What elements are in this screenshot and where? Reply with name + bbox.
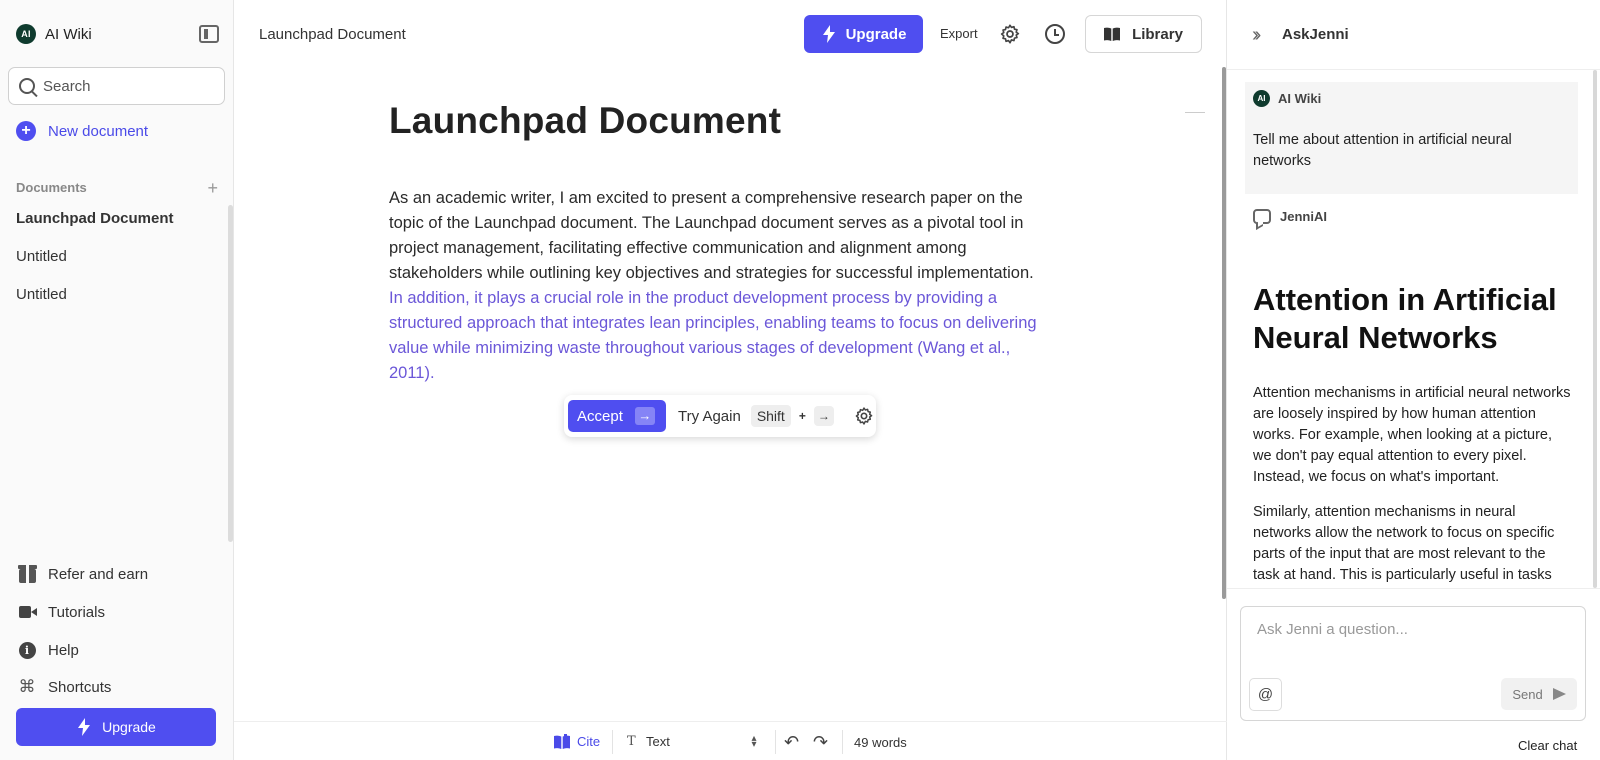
arrow-key-hint: → bbox=[813, 406, 834, 426]
breadcrumb-doc-title: Launchpad Document bbox=[259, 26, 406, 43]
bolt-icon bbox=[822, 25, 835, 43]
sidebar-link-refer[interactable]: Refer and earn bbox=[17, 564, 149, 583]
send-button[interactable]: Send bbox=[1501, 678, 1577, 710]
video-icon bbox=[19, 606, 31, 618]
tutorials-label: Tutorials bbox=[48, 603, 105, 621]
ask-question-box: @ Send bbox=[1240, 606, 1586, 721]
editor-scrollbar[interactable] bbox=[1222, 67, 1226, 599]
user-message: AI AI Wiki Tell me about attention in ar… bbox=[1245, 82, 1578, 194]
search-icon bbox=[19, 78, 35, 94]
try-again-button[interactable]: Try Again bbox=[678, 408, 741, 425]
documents-heading: Documents bbox=[16, 180, 87, 195]
header-upgrade-button[interactable]: Upgrade bbox=[804, 15, 923, 53]
sidebar-doc-untitled-2[interactable]: Untitled bbox=[16, 286, 67, 303]
user-name: AI Wiki bbox=[1278, 91, 1322, 106]
undo-icon[interactable]: ↶ bbox=[784, 732, 799, 753]
answer-paragraph: Attention mechanisms in artificial neura… bbox=[1253, 385, 1571, 485]
bot-message-author: JenniAI bbox=[1253, 209, 1327, 224]
header-upgrade-label: Upgrade bbox=[845, 25, 907, 43]
text-style-icon: T bbox=[627, 734, 636, 749]
suggestion-toolbar: Accept → Try Again Shift + → bbox=[564, 395, 876, 437]
answer-paragraph: Similarly, attention mechanisms in neura… bbox=[1253, 504, 1555, 583]
chat-scrollbar[interactable] bbox=[1593, 70, 1597, 588]
suggestion-settings-icon[interactable] bbox=[854, 406, 874, 426]
export-button[interactable]: Export bbox=[940, 26, 978, 41]
document-body[interactable]: As an academic writer, I am excited to p… bbox=[389, 186, 1049, 386]
plus-circle-icon: + bbox=[16, 121, 36, 141]
text-style-select[interactable]: T Text ▴ ▾ bbox=[627, 732, 759, 750]
user-avatar: AI bbox=[1253, 90, 1270, 107]
workspace-logo: AI bbox=[16, 24, 36, 44]
toolbar-divider bbox=[775, 730, 776, 754]
search-box[interactable] bbox=[8, 67, 225, 105]
toolbar-divider bbox=[842, 730, 843, 754]
editor-bottom-toolbar: Cite T Text ▴ ▾ ↶ ↷ 49 words bbox=[234, 721, 1227, 760]
add-document-icon[interactable]: + bbox=[207, 179, 218, 197]
cite-label: Cite bbox=[577, 734, 601, 749]
new-document-button[interactable]: + New document bbox=[16, 121, 148, 141]
ask-jenni-panel: ›› AskJenni AI AI Wiki Tell me about att… bbox=[1227, 0, 1600, 760]
sidebar-upgrade-label: Upgrade bbox=[102, 719, 156, 735]
sidebar-doc-launchpad[interactable]: Launchpad Document bbox=[16, 210, 174, 227]
workspace-brand[interactable]: AI AI Wiki bbox=[16, 24, 92, 44]
sidebar-upgrade-button[interactable]: Upgrade bbox=[16, 708, 216, 746]
library-button[interactable]: Library bbox=[1085, 15, 1202, 53]
mention-button[interactable]: @ bbox=[1249, 678, 1282, 711]
sidebar-doc-untitled-1[interactable]: Untitled bbox=[16, 248, 67, 265]
bot-name: JenniAI bbox=[1280, 209, 1327, 224]
ai-suggestion-text: In addition, it plays a crucial role in … bbox=[389, 289, 1037, 382]
chat-divider bbox=[1227, 588, 1600, 589]
documents-header: Documents + bbox=[16, 179, 218, 197]
help-label: Help bbox=[48, 641, 79, 659]
ask-input[interactable] bbox=[1257, 621, 1567, 638]
gift-icon bbox=[17, 564, 37, 583]
send-label: Send bbox=[1512, 686, 1543, 702]
sidebar-link-help[interactable]: i Help bbox=[18, 641, 79, 659]
redo-icon[interactable]: ↷ bbox=[813, 732, 828, 753]
word-count: 49 words bbox=[854, 735, 907, 750]
sidebar-link-shortcuts[interactable]: ⌘ Shortcuts bbox=[18, 677, 112, 696]
clear-chat-button[interactable]: Clear chat bbox=[1518, 738, 1577, 753]
editor-area: Launchpad Document Upgrade Export Librar… bbox=[234, 0, 1227, 760]
info-icon: i bbox=[18, 641, 36, 659]
sidebar-link-tutorials[interactable]: Tutorials bbox=[18, 603, 105, 621]
shortcuts-label: Shortcuts bbox=[48, 678, 112, 696]
workspace-name: AI Wiki bbox=[45, 25, 92, 43]
chat-bubble-icon bbox=[1253, 209, 1271, 224]
book-icon bbox=[1104, 27, 1121, 41]
plus-hint: + bbox=[798, 409, 806, 423]
bolt-icon bbox=[78, 718, 91, 736]
new-document-label: New document bbox=[48, 122, 149, 140]
user-message-text: Tell me about attention in artificial ne… bbox=[1253, 132, 1512, 169]
send-arrow-icon bbox=[1552, 688, 1566, 700]
settings-gear-icon[interactable] bbox=[999, 23, 1021, 45]
toolbar-divider bbox=[612, 730, 613, 754]
sidebar-toggle-icon[interactable] bbox=[199, 25, 219, 43]
answer-heading: Attention in Artificial Neural Networks bbox=[1253, 282, 1557, 355]
history-clock-icon[interactable] bbox=[1045, 24, 1065, 44]
cite-book-icon bbox=[554, 734, 570, 749]
search-input[interactable] bbox=[43, 77, 203, 95]
cite-button[interactable]: Cite bbox=[554, 734, 600, 749]
library-label: Library bbox=[1132, 25, 1183, 43]
accept-button[interactable]: Accept → bbox=[568, 400, 666, 432]
document-title[interactable]: Launchpad Document bbox=[389, 100, 781, 142]
sidebar: AI AI Wiki + New document Documents + La… bbox=[0, 0, 234, 760]
collapse-panel-icon[interactable]: ›› bbox=[1252, 24, 1262, 47]
arrow-right-icon: → bbox=[634, 407, 655, 425]
command-icon: ⌘ bbox=[18, 677, 36, 696]
text-style-value: Text bbox=[646, 734, 670, 749]
body-text: As an academic writer, I am excited to p… bbox=[389, 189, 1034, 282]
outline-dash[interactable] bbox=[1185, 112, 1205, 113]
refer-label: Refer and earn bbox=[48, 565, 149, 583]
shift-key-hint: Shift bbox=[750, 405, 791, 427]
user-message-author: AI AI Wiki bbox=[1253, 90, 1321, 107]
accept-label: Accept bbox=[577, 407, 623, 425]
sidebar-scrollbar[interactable] bbox=[228, 205, 233, 542]
chevron-updown-icon: ▴ ▾ bbox=[751, 732, 757, 750]
panel-title: AskJenni bbox=[1282, 26, 1349, 43]
panel-header: ›› AskJenni bbox=[1227, 0, 1600, 70]
